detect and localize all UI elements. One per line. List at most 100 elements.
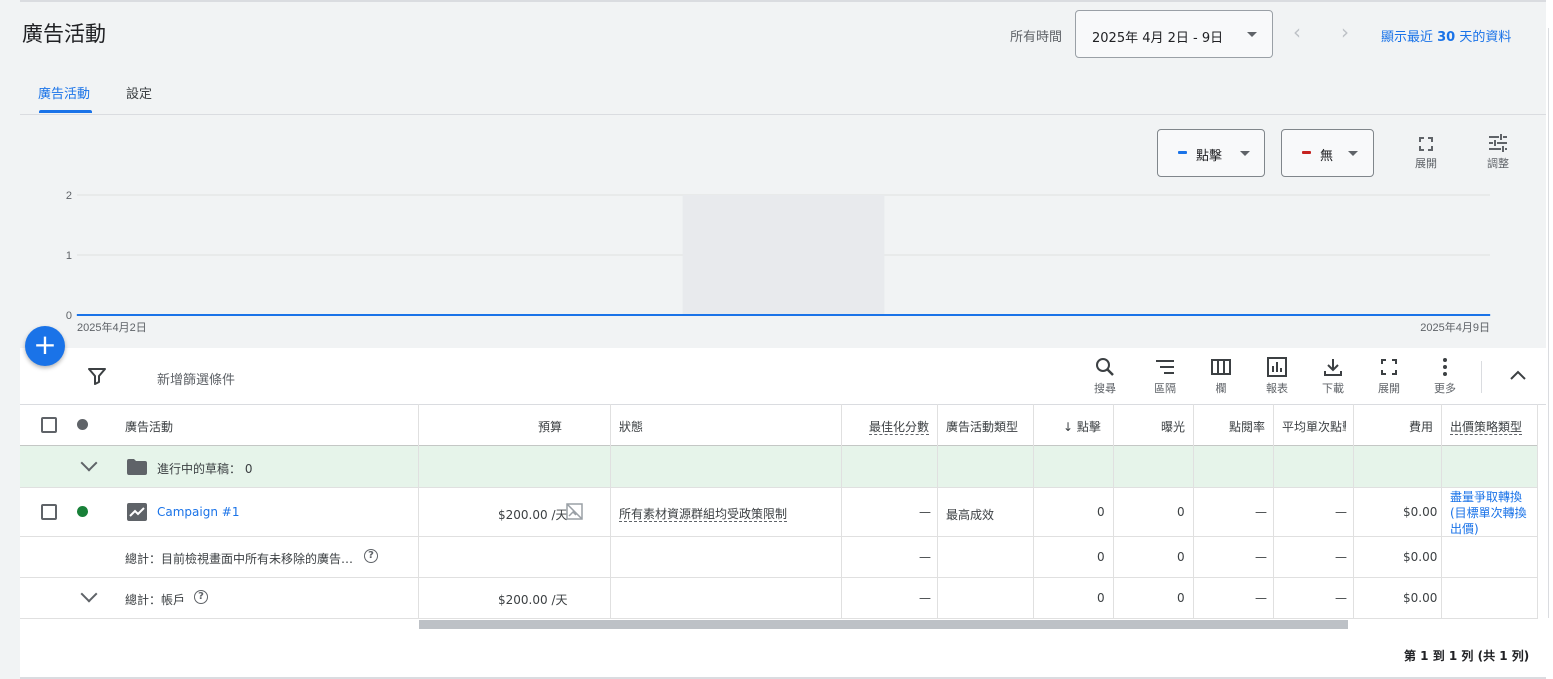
- total-account-label: 總計：帳戶: [125, 593, 186, 607]
- row-divider: [20, 536, 1538, 537]
- tab-settings[interactable]: 設定: [126, 83, 152, 102]
- total-account-clicks: 0: [1097, 591, 1105, 605]
- row-divider: [20, 487, 1538, 488]
- campaign-name-link[interactable]: Campaign #1: [157, 505, 239, 519]
- col-header-campaign-type[interactable]: 廣告活動類型: [946, 418, 1018, 435]
- col-header-clicks[interactable]: ↓ 點擊: [1063, 418, 1101, 435]
- horizontal-scrollbar[interactable]: [419, 620, 1348, 629]
- tune-icon: [1489, 134, 1507, 152]
- table-expand-label: 展開: [1378, 382, 1400, 395]
- col-header-status[interactable]: 狀態: [619, 418, 643, 435]
- search-icon: [1096, 358, 1114, 376]
- chart-highlight-band: [682, 195, 885, 315]
- campaign-bid-strategy-link[interactable]: 盡量爭取轉換 (目標單次轉換 出價): [1450, 489, 1527, 537]
- col-header-campaign[interactable]: 廣告活動: [125, 418, 173, 435]
- col-header-cost[interactable]: 費用: [1409, 418, 1433, 435]
- total-filtered-ctr: —: [1255, 550, 1267, 564]
- row-checkbox[interactable]: [41, 504, 57, 520]
- time-range-label: 所有時間: [1010, 30, 1063, 45]
- bar-chart-icon: [1267, 357, 1287, 377]
- chart-expand-button[interactable]: 展開: [1406, 136, 1446, 171]
- search-button[interactable]: 搜尋: [1085, 357, 1125, 396]
- col-divider: [1033, 404, 1034, 619]
- total-account-budget: $200.00 /天: [498, 593, 568, 607]
- image-off-icon[interactable]: [566, 503, 583, 520]
- metric2-selector[interactable]: 無: [1281, 129, 1374, 177]
- select-all-checkbox[interactable]: [41, 417, 57, 433]
- col-divider: [1273, 404, 1274, 619]
- date-range-picker[interactable]: 2025年 4月 2日 - 9日: [1075, 10, 1273, 58]
- top-divider: [20, 0, 1546, 2]
- chevron-left-icon[interactable]: ‹: [1289, 22, 1305, 42]
- col-header-clicks-label: 點擊: [1076, 420, 1101, 434]
- chart-x-tick-label: 2025年4月2日: [77, 320, 147, 334]
- total-account-avg-cpc: —: [1335, 591, 1347, 605]
- campaign-budget: $200.00 /天: [498, 508, 568, 522]
- chart-data-point: [1085, 314, 1087, 316]
- chevron-right-icon[interactable]: ›: [1337, 22, 1353, 42]
- col-header-ctr[interactable]: 點閱率: [1229, 418, 1265, 435]
- col-header-bid-strategy[interactable]: 出價策略類型: [1450, 420, 1523, 435]
- metric1-label: 點擊: [1196, 149, 1223, 164]
- dropdown-arrow-icon: [1240, 151, 1250, 156]
- chart-x-tick-label: 2025年4月9日: [1420, 320, 1490, 334]
- col-divider: [937, 404, 938, 619]
- page-title: 廣告活動: [22, 22, 106, 46]
- add-campaign-button[interactable]: +: [25, 326, 65, 366]
- recent-prefix: 顯示最近: [1381, 30, 1438, 45]
- add-filter-input[interactable]: 新增篩選條件: [157, 369, 235, 388]
- status-enabled-dot: [77, 506, 88, 517]
- col-header-impressions[interactable]: 曝光: [1161, 418, 1185, 435]
- date-range-value: 2025年 4月 2日 - 9日: [1092, 31, 1224, 46]
- table-expand-button[interactable]: 展開: [1369, 357, 1409, 396]
- reports-label: 報表: [1266, 382, 1288, 395]
- download-button[interactable]: 下載: [1313, 357, 1353, 396]
- campaign-impressions: 0: [1177, 505, 1185, 519]
- total-filtered-impressions: 0: [1177, 550, 1185, 564]
- columns-button[interactable]: 欄: [1201, 357, 1241, 396]
- metric2-label: 無: [1320, 149, 1334, 164]
- metric2-color-swatch: [1302, 151, 1311, 154]
- reports-button[interactable]: 報表: [1257, 357, 1297, 396]
- total-filtered-clicks: 0: [1097, 550, 1105, 564]
- segment-button[interactable]: 區隔: [1145, 357, 1185, 396]
- col-header-avg-cpc[interactable]: 平均單次點擊: [1282, 418, 1346, 435]
- total-account-cost: $0.00: [1403, 591, 1438, 605]
- filter-icon[interactable]: [88, 367, 106, 385]
- collapse-chevron-up-icon[interactable]: [1509, 368, 1527, 382]
- total-filtered-avg-cpc: —: [1335, 550, 1347, 564]
- campaign-cost: $0.00: [1403, 505, 1438, 519]
- sort-descending-icon: ↓: [1063, 420, 1077, 434]
- campaign-status[interactable]: 所有素材資源群組均受政策限制: [619, 507, 788, 522]
- campaign-type: 最高成效: [946, 508, 995, 522]
- chart-data-point: [1489, 314, 1491, 316]
- toolbar-separator: [1481, 361, 1482, 393]
- chart-data-point: [682, 314, 684, 316]
- download-label: 下載: [1322, 382, 1344, 395]
- dropdown-arrow-icon: [1247, 32, 1257, 37]
- metric1-selector[interactable]: 點擊: [1157, 129, 1265, 177]
- col-divider: [1113, 404, 1114, 619]
- bid-line2: (目標單次轉換: [1450, 506, 1527, 520]
- search-label: 搜尋: [1094, 382, 1116, 395]
- pagination-info: 第 1 到 1 列 (共 1 列): [1404, 649, 1530, 663]
- metric1-color-swatch: [1178, 151, 1187, 154]
- chart-y-tick-label: 1: [66, 250, 72, 262]
- bid-line1: 盡量爭取轉換: [1450, 490, 1523, 504]
- more-button[interactable]: 更多: [1425, 357, 1465, 396]
- chart-data-point: [278, 314, 280, 316]
- tab-campaigns[interactable]: 廣告活動: [38, 83, 90, 102]
- help-icon[interactable]: ?: [364, 549, 378, 563]
- right-scrollbar-track: [1548, 28, 1549, 618]
- fullscreen-icon: [1381, 359, 1397, 375]
- col-header-budget[interactable]: 預算: [538, 418, 562, 435]
- columns-label: 欄: [1215, 382, 1227, 395]
- chart-adjust-button[interactable]: 調整: [1478, 134, 1518, 171]
- campaign-avg-cpc: —: [1335, 505, 1347, 519]
- show-recent-30-days-link[interactable]: 顯示最近 30 天的資料: [1381, 26, 1511, 45]
- col-divider: [418, 404, 419, 619]
- col-divider: [1193, 404, 1194, 619]
- chart-adjust-label: 調整: [1487, 157, 1509, 170]
- col-header-opt-score[interactable]: 最佳化分數: [869, 420, 930, 435]
- help-icon[interactable]: ?: [194, 590, 208, 604]
